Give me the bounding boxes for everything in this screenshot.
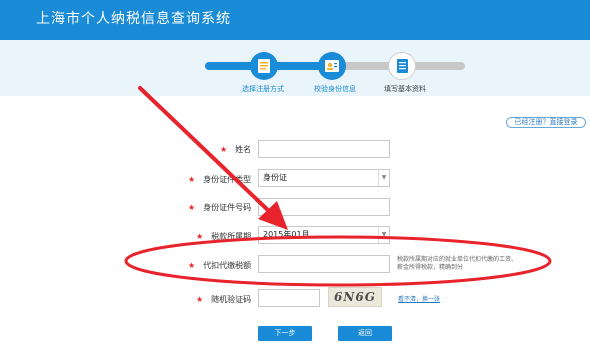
registration-page: 上海市个人纳税信息查询系统 选择注册方式 校验身份信息 填写基本资料 已经注册？… [0, 0, 590, 350]
step-3-label: 填写基本资料 [384, 85, 426, 93]
id-number-label: ★ 身份证件号码 [188, 203, 252, 212]
tax-period-label: ★ 税款所属期 [196, 232, 252, 241]
captcha-input[interactable] [258, 289, 320, 307]
id-type-value: 身份证 [263, 173, 287, 182]
id-type-label: ★ 身份证件类型 [188, 175, 252, 184]
name-input[interactable] [258, 140, 390, 158]
step-1-circle [250, 52, 278, 80]
required-mark: ★ [188, 261, 196, 270]
step-2-label: 校验身份信息 [314, 85, 356, 93]
required-mark: ★ [188, 203, 196, 212]
tax-period-value: 2015年01月 [263, 230, 310, 239]
tax-period-select[interactable]: 2015年01月 ▼ [258, 226, 390, 244]
id-number-input[interactable] [258, 198, 390, 216]
withholding-tax-input[interactable] [258, 255, 390, 273]
next-button[interactable]: 下一步 [258, 326, 312, 341]
registration-form-icon [258, 59, 270, 73]
withholding-tax-label: ★ 代扣代缴税额 [188, 261, 252, 270]
document-list-icon [397, 59, 408, 73]
required-mark: ★ [196, 295, 204, 304]
name-label: ★ 姓名 [220, 145, 252, 154]
step-2-circle [318, 52, 346, 80]
chevron-down-icon[interactable]: ▼ [378, 227, 389, 243]
required-mark: ★ [220, 145, 228, 154]
captcha-label: ★ 随机验证码 [196, 295, 252, 304]
id-type-select[interactable]: 身份证 ▼ [258, 169, 390, 187]
step-progress-bar [0, 40, 590, 96]
required-mark: ★ [196, 232, 204, 241]
back-button[interactable]: 返回 [338, 326, 392, 341]
captcha-image: 6N6G [328, 287, 382, 307]
annotation-arrow [138, 86, 274, 216]
required-mark: ★ [188, 175, 196, 184]
id-card-icon [325, 60, 339, 72]
login-link[interactable]: 已经注册？直接登录 [506, 117, 586, 128]
app-header: 上海市个人纳税信息查询系统 [0, 0, 590, 40]
captcha-refresh-link[interactable]: 看不清，换一张 [398, 294, 440, 303]
withholding-hint: 税款所属期对应的就业单位代扣代缴的工资、薪金所得税款，精确到分 [397, 256, 518, 271]
step-1-label: 选择注册方式 [242, 85, 284, 93]
app-title: 上海市个人纳税信息查询系统 [36, 11, 231, 27]
chevron-down-icon[interactable]: ▼ [378, 170, 389, 186]
step-3-circle [388, 52, 416, 80]
